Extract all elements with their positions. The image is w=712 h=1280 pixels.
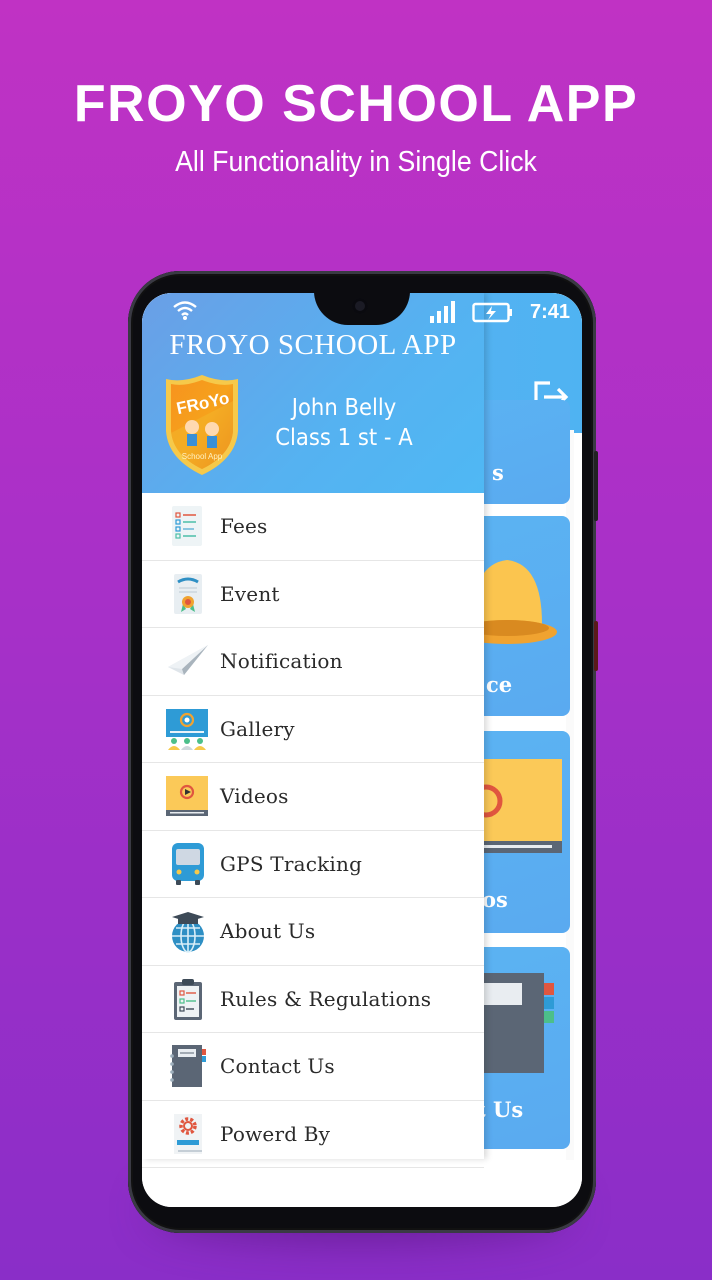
- menu-item-gps-tracking[interactable]: GPS Tracking: [142, 831, 484, 898]
- volume-button: [594, 451, 598, 521]
- notebook-icon: [170, 1045, 206, 1088]
- clipboard-icon: [174, 978, 202, 1020]
- menu-item-event[interactable]: Event: [142, 561, 484, 628]
- menu-item-notification[interactable]: Notification: [142, 628, 484, 696]
- user-name: John Belly: [291, 395, 397, 421]
- menu-label: Fees: [220, 514, 268, 539]
- menu-item-about-us[interactable]: About Us: [142, 898, 484, 966]
- phone-frame: s ce os t Us FROYO SCHOOL APP FRoYo Scho…: [128, 271, 598, 1233]
- menu-label: Powerd By: [220, 1121, 331, 1146]
- menu-item-contact-us[interactable]: Contact Us: [142, 1033, 484, 1101]
- front-camera: [352, 298, 368, 314]
- navigation-drawer: FROYO SCHOOL APP FRoYo School App John B…: [142, 293, 484, 1168]
- logo-caption: School App: [182, 452, 223, 461]
- gear-document-icon: [174, 1113, 202, 1154]
- menu-label: Rules & Regulations: [220, 986, 432, 1011]
- bus-icon: [172, 842, 204, 885]
- paper-plane-icon: [168, 645, 208, 676]
- menu-item-gallery[interactable]: Gallery: [142, 696, 484, 763]
- certificate-icon: [174, 573, 202, 614]
- menu-label: Event: [220, 581, 280, 606]
- status-bar: 7:41: [142, 293, 582, 333]
- menu-item-fees[interactable]: Fees: [142, 493, 484, 561]
- presentation-screen-icon: [166, 708, 208, 750]
- drawer-menu: Fees Event Notification Gallery Videos G…: [142, 493, 484, 1168]
- wifi-icon: [173, 301, 197, 320]
- school-logo: FRoYo School App: [166, 375, 238, 475]
- graduation-globe-icon: [172, 912, 204, 954]
- drawer-title: FROYO SCHOOL APP: [169, 329, 457, 361]
- menu-item-powered-by[interactable]: Powerd By: [142, 1101, 484, 1168]
- video-player-icon: [166, 776, 208, 817]
- promo-subtitle: All Functionality in Single Click: [175, 146, 537, 178]
- menu-label: GPS Tracking: [220, 851, 363, 876]
- menu-label: Contact Us: [220, 1054, 335, 1079]
- checklist-document-icon: [172, 506, 202, 547]
- menu-label: Videos: [220, 784, 289, 809]
- battery-charging-icon: [472, 302, 512, 323]
- power-button: [594, 621, 598, 671]
- phone-screen: s ce os t Us FROYO SCHOOL APP FRoYo Scho…: [142, 293, 582, 1207]
- menu-label: Notification: [220, 649, 343, 674]
- signal-icon: [430, 301, 455, 323]
- menu-label: About Us: [220, 919, 316, 944]
- menu-item-videos[interactable]: Videos: [142, 763, 484, 831]
- promo-title: FROYO SCHOOL APP: [73, 75, 639, 133]
- menu-item-rules-regulations[interactable]: Rules & Regulations: [142, 966, 484, 1033]
- user-class: Class 1 st - A: [275, 425, 413, 451]
- clock: 7:41: [529, 301, 570, 323]
- menu-label: Gallery: [220, 716, 295, 741]
